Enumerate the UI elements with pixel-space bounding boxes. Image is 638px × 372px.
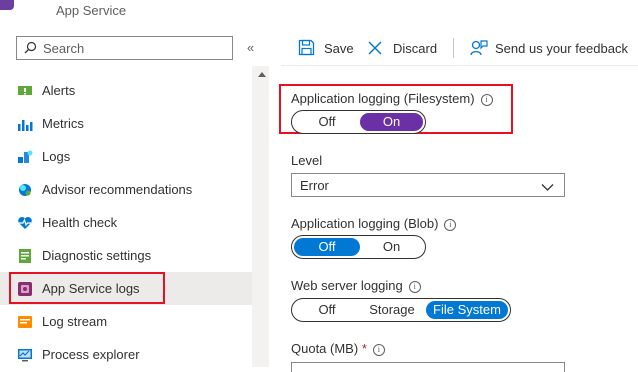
toggle-option-file-system[interactable]: File System <box>426 301 508 319</box>
info-icon[interactable]: i <box>444 219 457 231</box>
app-logging-blob-toggle[interactable]: Off On <box>291 235 426 259</box>
quota-label: Quota (MB) * i <box>291 341 385 356</box>
scroll-up-arrow-icon[interactable] <box>258 72 266 77</box>
app-service-icon <box>0 0 14 10</box>
feedback-label: Send us your feedback <box>495 41 628 56</box>
info-icon[interactable]: i <box>408 281 421 293</box>
metrics-icon <box>17 116 33 132</box>
sidebar-item-label: Diagnostic settings <box>42 248 152 263</box>
toggle-option-on[interactable]: On <box>360 238 423 256</box>
toolbar-divider <box>453 38 454 58</box>
process-explorer-icon <box>17 347 33 363</box>
feedback-button[interactable]: Send us your feedback <box>470 38 635 58</box>
log-stream-icon <box>17 314 33 330</box>
save-icon <box>298 39 315 61</box>
logs-icon <box>17 149 33 165</box>
diagnostic-settings-icon <box>17 248 33 264</box>
sidebar-item-label: Alerts <box>42 83 76 98</box>
sidebar-item-metrics[interactable]: Metrics <box>0 107 252 140</box>
toggle-option-on[interactable]: On <box>360 113 423 131</box>
web-server-logging-label: Web server logging i <box>291 278 421 293</box>
highlight-box-app-service-logs <box>9 272 165 304</box>
field-label-text: Web server logging <box>291 278 403 293</box>
discard-button[interactable]: Discard <box>367 38 442 58</box>
sidebar-item-label: Health check <box>42 215 118 230</box>
info-icon[interactable]: i <box>480 94 493 106</box>
level-selected-value: Error <box>300 178 329 193</box>
chevron-down-icon <box>541 179 554 197</box>
sidebar-item-log-stream[interactable]: Log stream <box>0 305 252 338</box>
info-icon[interactable]: i <box>372 344 385 356</box>
advisor-icon <box>17 182 33 198</box>
sidebar-item-alerts[interactable]: Alerts <box>0 74 252 107</box>
sidebar-item-label: Process explorer <box>42 347 140 362</box>
search-input[interactable]: Search <box>16 36 233 60</box>
web-server-logging-toggle[interactable]: Off Storage File System <box>291 298 511 322</box>
toggle-option-off[interactable]: Off <box>294 238 360 256</box>
save-label: Save <box>324 41 354 56</box>
toggle-option-off[interactable]: Off <box>294 301 360 319</box>
sidebar-item-logs[interactable]: Logs <box>0 140 252 173</box>
sidebar-item-label: Log stream <box>42 314 108 329</box>
sidebar-scrollbar[interactable] <box>252 66 269 367</box>
app-logging-blob-label: Application logging (Blob) i <box>291 216 457 231</box>
required-marker: * <box>361 341 367 356</box>
feedback-icon <box>470 39 488 62</box>
resource-type-label: App Service <box>56 3 127 18</box>
app-logging-filesystem-label: Application logging (Filesystem) i <box>291 91 493 106</box>
sidebar-item-label: Advisor recommendations <box>42 182 193 197</box>
level-label: Level <box>291 153 323 168</box>
toggle-option-off[interactable]: Off <box>294 113 360 131</box>
sidebar-item-health-check[interactable]: Health check <box>0 206 252 239</box>
sidebar-item-label: Logs <box>42 149 71 164</box>
toggle-option-storage[interactable]: Storage <box>360 301 424 319</box>
sidebar-item-advisor-recommendations[interactable]: Advisor recommendations <box>0 173 252 206</box>
toolbar-separator <box>281 65 638 66</box>
app-logging-filesystem-toggle[interactable]: Off On <box>291 110 426 134</box>
discard-label: Discard <box>393 41 438 56</box>
search-placeholder: Search <box>43 41 85 56</box>
search-icon <box>24 41 37 59</box>
sidebar-item-label: Metrics <box>42 116 84 131</box>
collapse-sidebar-button[interactable]: « <box>247 40 254 55</box>
field-label-text: Application logging (Filesystem) <box>291 91 475 106</box>
health-check-icon <box>17 215 33 231</box>
sidebar-item-process-explorer[interactable]: Process explorer <box>0 338 252 371</box>
sidebar-item-diagnostic-settings[interactable]: Diagnostic settings <box>0 239 252 272</box>
quota-input[interactable] <box>291 362 565 372</box>
close-icon <box>367 40 383 61</box>
level-dropdown[interactable]: Error <box>291 173 565 197</box>
field-label-text: Quota (MB) <box>291 341 359 356</box>
alerts-icon <box>17 83 33 99</box>
save-button[interactable]: Save <box>298 38 358 58</box>
field-label-text: Application logging (Blob) <box>291 216 439 231</box>
